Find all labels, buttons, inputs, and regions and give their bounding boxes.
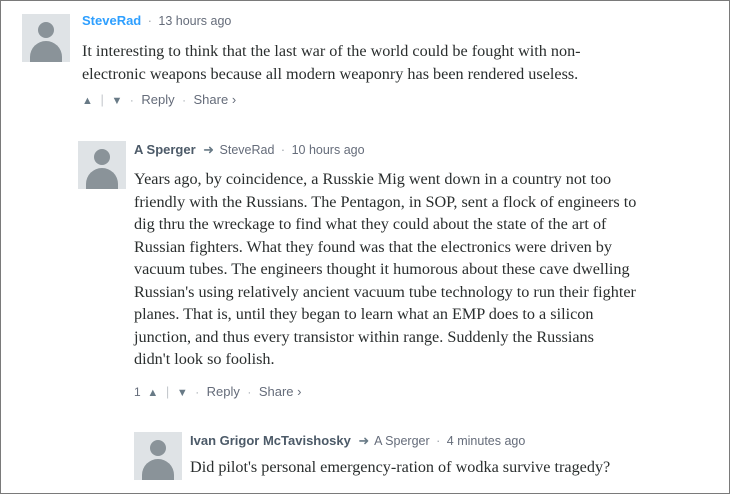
reply-button[interactable]: Reply [207,384,240,399]
share-button[interactable]: Share › [194,92,237,107]
avatar[interactable] [22,14,70,62]
comment-line: planes. That is, until they began to lea… [134,305,594,323]
chevron-down-icon[interactable]: ▼ [112,95,123,107]
reply-to-link[interactable]: SteveRad [220,143,275,157]
comment-line: Years ago, by coincidence, a Russkie Mig… [134,170,612,188]
avatar-placeholder-icon [150,440,166,456]
reply-to-link[interactable]: A Sperger [374,434,430,448]
comment-header: SteveRad · 13 hours ago [82,13,232,28]
comment-line: junction, and thus every transistor with… [134,327,594,346]
chevron-down-icon[interactable]: ▼ [177,387,188,399]
avatar-placeholder-icon [38,22,54,38]
comment-line: dig thru the wreckage to find what they … [134,215,607,233]
reply-arrow-icon: ➜ [203,142,215,157]
comment-header: A Sperger ➜ SteveRad · 10 hours ago [134,142,365,157]
timestamp[interactable]: 10 hours ago [292,143,365,157]
comment-line: didn't look so foolish. [134,350,275,368]
comment-line: Russian fighters. What they found was th… [134,237,612,256]
comment-line: It interesting to think that the last wa… [82,42,581,60]
comment-line: friendly with the Russians. The Pentagon… [134,192,637,211]
reply-arrow-icon: ➜ [358,433,370,448]
avatar[interactable] [134,432,182,480]
author-name[interactable]: Ivan Grigor McTavishosky [190,433,351,448]
comment-header: Ivan Grigor McTavishosky ➜ A Sperger · 4… [190,433,526,448]
avatar-placeholder-icon [94,149,110,165]
comment-line: vacuum tubes. The engineers thought it h… [134,260,630,278]
chevron-up-icon[interactable]: ▲ [82,95,93,107]
author-name[interactable]: SteveRad [82,13,141,28]
comment-line: Did pilot's personal emergency-ration of… [190,458,611,476]
comment-body: Did pilot's personal emergency-ration of… [190,456,720,479]
comment-line: Russian's using relatively ancient vacuu… [134,282,636,301]
comment-actions: ▲ | ▼ · Reply · Share › [82,92,237,107]
author-name[interactable]: A Sperger [134,142,196,157]
comment-body: Years ago, by coincidence, a Russkie Mig… [134,168,724,371]
vote-count: 1 [134,385,141,399]
comment-line: electronic weapons because all modern we… [82,64,579,83]
share-button[interactable]: Share › [259,384,302,399]
avatar[interactable] [78,141,126,189]
reply-button[interactable]: Reply [141,92,174,107]
timestamp[interactable]: 4 minutes ago [447,434,526,448]
timestamp[interactable]: 13 hours ago [158,14,231,28]
comment-actions: 1 ▲ | ▼ · Reply · Share › [134,384,302,399]
comment-body: It interesting to think that the last wa… [82,40,712,85]
chevron-up-icon[interactable]: ▲ [147,387,158,399]
